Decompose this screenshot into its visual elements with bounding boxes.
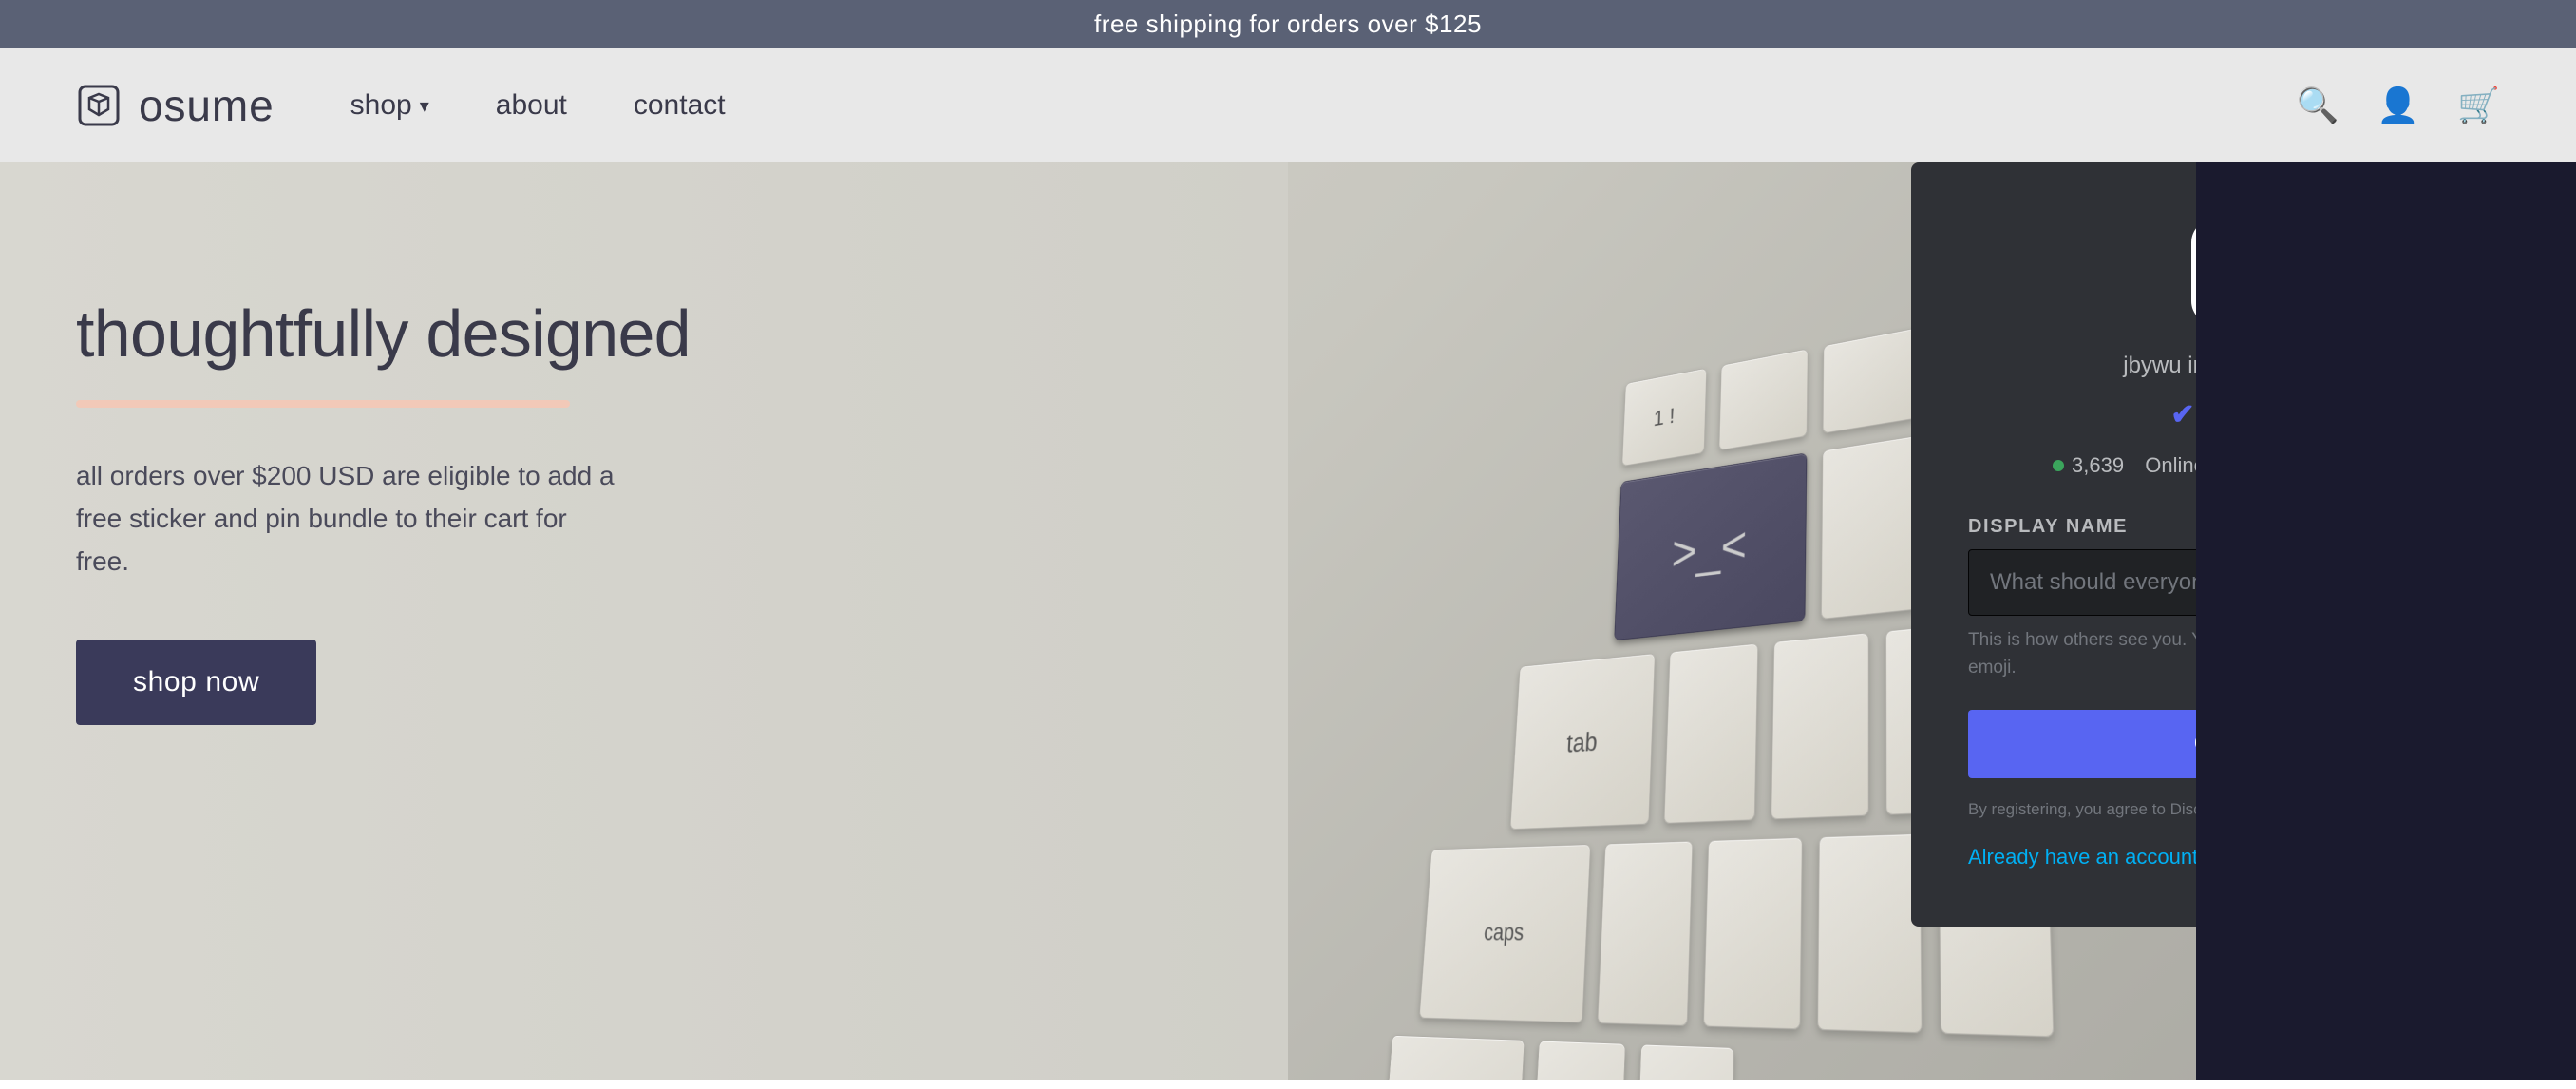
logo-text[interactable]: osume bbox=[139, 80, 275, 131]
key-s bbox=[1703, 837, 1803, 1030]
discord-verified-icon: ✔ bbox=[2170, 398, 2194, 431]
key-a bbox=[1597, 841, 1693, 1026]
hero-description: all orders over $200 USD are eligible to… bbox=[76, 455, 627, 583]
hero-title: thoughtfully designed bbox=[76, 296, 691, 372]
hero-content: thoughtfully designed all orders over $2… bbox=[76, 296, 691, 725]
header-icons: 🔍 👤 🛒 bbox=[2297, 86, 2500, 125]
already-have-account-link[interactable]: Already have an account? bbox=[1968, 845, 2209, 869]
key-x bbox=[1635, 1043, 1734, 1080]
key-w bbox=[1771, 632, 1868, 819]
key-2 bbox=[1718, 349, 1808, 451]
announcement-bar: free shipping for orders over $125 bbox=[0, 0, 2576, 48]
key-z bbox=[1530, 1041, 1626, 1080]
search-icon[interactable]: 🔍 bbox=[2297, 86, 2339, 125]
key-d bbox=[1817, 833, 1923, 1034]
key-shift: sh bbox=[1380, 1035, 1525, 1080]
key-1: 1 ! bbox=[1621, 368, 1707, 467]
shop-now-button[interactable]: shop now bbox=[76, 640, 316, 725]
key-q bbox=[1664, 643, 1759, 824]
online-count: 3,639 bbox=[2072, 453, 2124, 478]
key-caps: caps bbox=[1419, 844, 1591, 1023]
nav-shop[interactable]: shop ▾ bbox=[350, 89, 429, 122]
discord-online-stat: 3,639 Online bbox=[2053, 453, 2206, 478]
cart-icon[interactable]: 🛒 bbox=[2457, 86, 2500, 125]
nav-contact[interactable]: contact bbox=[634, 89, 726, 122]
key-3 bbox=[1823, 328, 1918, 434]
logo-area: osume bbox=[76, 80, 275, 131]
announcement-text: free shipping for orders over $125 bbox=[1094, 10, 1482, 38]
hero-section: 1 ! >_< tab caps sh bbox=[0, 162, 2576, 1080]
key-r2-2 bbox=[1821, 435, 1919, 620]
hero-underline bbox=[76, 400, 570, 408]
logo-icon bbox=[76, 83, 122, 128]
nav-about[interactable]: about bbox=[496, 89, 567, 122]
online-dot bbox=[2053, 460, 2064, 471]
chevron-down-icon: ▾ bbox=[420, 94, 429, 118]
user-icon[interactable]: 👤 bbox=[2377, 86, 2419, 125]
key-smiley: >_< bbox=[1614, 452, 1807, 640]
header: osume shop ▾ about contact 🔍 👤 🛒 bbox=[0, 48, 2576, 162]
main-nav: shop ▾ about contact bbox=[350, 89, 726, 122]
key-tab: tab bbox=[1510, 653, 1656, 830]
dark-overlay bbox=[2196, 162, 2576, 1080]
